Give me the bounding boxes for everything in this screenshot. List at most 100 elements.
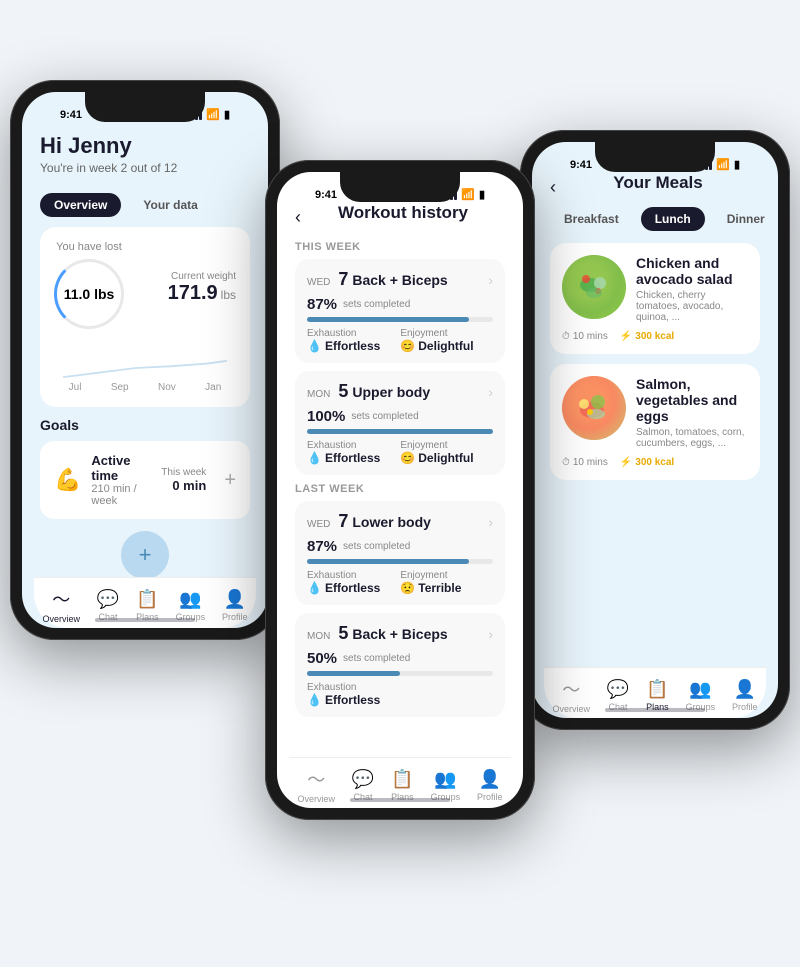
workout-header-3: WED 7 Lower body ›	[307, 511, 493, 532]
center-nav-groups[interactable]: 👥 Groups	[431, 769, 461, 802]
center-nav-chat[interactable]: 💬 Chat	[352, 769, 374, 802]
right-nav-profile-label: Profile	[732, 702, 758, 712]
center-nav-plans[interactable]: 📋 Plans	[391, 769, 414, 802]
right-nav-chat[interactable]: 💬 Chat	[607, 679, 629, 712]
greeting-section: Hi Jenny You're in week 2 out of 12	[40, 123, 250, 183]
energy-icon-2: ⚡	[620, 457, 632, 468]
enjoyment-2: Enjoyment 😊 Delightful	[400, 440, 473, 465]
workout-item-3[interactable]: WED 7 Lower body › 87% sets completed Ex…	[295, 501, 505, 605]
this-week-label: THIS WEEK	[295, 241, 505, 253]
workout-day-1: WED	[307, 277, 330, 288]
workout-item-2[interactable]: MON 5 Upper body › 100% sets completed E…	[295, 371, 505, 475]
nav-profile-label: Profile	[222, 612, 248, 622]
workout-item-4[interactable]: MON 5 Back + Biceps › 50% sets completed…	[295, 613, 505, 717]
center-home-indicator	[350, 798, 450, 802]
wifi-icon: 📶	[206, 108, 220, 121]
workout-name-1: Back + Biceps	[348, 272, 488, 288]
right-wifi-icon: 📶	[716, 158, 730, 171]
progress-pct-2: 100%	[307, 408, 345, 425]
goals-title: Goals	[40, 417, 250, 433]
center-groups-icon: 👥	[434, 769, 456, 790]
workout-date-num-3: 7	[338, 511, 348, 532]
meal-time-2: ⏱ 10 mins	[562, 457, 608, 468]
nav-profile[interactable]: 👤 Profile	[222, 589, 248, 622]
meal-time-1: ⏱ 10 mins	[562, 331, 608, 342]
meal-name-1: Chicken and avocado salad	[636, 255, 748, 287]
exhaustion-val-3: 💧 Effortless	[307, 581, 380, 595]
meal-details-2: Salmon, vegetables and eggs Salmon, toma…	[636, 376, 748, 449]
workout-day-2: MON	[307, 389, 330, 400]
center-nav-profile[interactable]: 👤 Profile	[477, 769, 503, 802]
right-chat-icon: 💬	[607, 679, 629, 700]
center-plans-icon: 📋	[391, 769, 413, 790]
right-notch	[595, 142, 715, 172]
progress-bar-bg-4	[307, 671, 493, 676]
center-status-time: 9:41	[315, 189, 337, 201]
workout-date-num-4: 5	[338, 623, 348, 644]
meal-card-2[interactable]: Salmon, vegetables and eggs Salmon, toma…	[550, 364, 760, 480]
center-nav-overview-label: Overview	[297, 794, 335, 804]
goal-this-week-value: 0 min	[161, 478, 206, 493]
progress-label-4: sets completed	[343, 653, 410, 664]
nav-groups[interactable]: 👥 Groups	[176, 589, 206, 622]
center-profile-icon: 👤	[479, 769, 501, 790]
fab-button[interactable]: +	[121, 531, 169, 579]
nav-plans[interactable]: 📋 Plans	[136, 589, 159, 622]
right-phone-screen: 9:41 📶 ▮ ‹ Your Meals	[532, 142, 778, 718]
groups-icon: 👥	[179, 589, 201, 610]
right-nav-profile[interactable]: 👤 Profile	[732, 679, 758, 712]
exhaustion-val-4: 💧 Effortless	[307, 693, 380, 707]
center-nav-overview[interactable]: 〜 Overview	[297, 766, 335, 804]
tab-dinner[interactable]: Dinner	[713, 207, 778, 231]
progress-bar-bg-3	[307, 559, 493, 564]
chart-label-sep: Sep	[111, 382, 129, 393]
progress-bar-fill-4	[307, 671, 400, 676]
exhaustion-label-1: Exhaustion	[307, 328, 380, 339]
right-nav-overview-label: Overview	[552, 704, 590, 714]
workout-header-1: WED 7 Back + Biceps ›	[307, 269, 493, 290]
center-nav-profile-label: Profile	[477, 792, 503, 802]
stats-row2-4: Exhaustion 💧 Effortless	[307, 682, 493, 707]
exhaustion-emoji-1: 💧	[307, 339, 322, 353]
center-notch	[340, 172, 460, 202]
progress-pct-3: 87%	[307, 538, 337, 555]
meal-name-2: Salmon, vegetables and eggs	[636, 376, 748, 424]
right-groups-icon: 👥	[689, 679, 711, 700]
profile-icon: 👤	[224, 589, 246, 610]
right-nav-overview[interactable]: 〜 Overview	[552, 676, 590, 714]
meal-meta-1: ⏱ 10 mins ⚡ 300 kcal	[562, 331, 748, 342]
weight-chart: Jul Sep Nov Jan	[54, 343, 236, 393]
progress-bar-fill-3	[307, 559, 469, 564]
goal-card: 💪 Active time 210 min / week This week 0…	[40, 441, 250, 519]
goal-add-button[interactable]: +	[224, 469, 236, 492]
right-nav-groups[interactable]: 👥 Groups	[686, 679, 716, 712]
tab-breakfast[interactable]: Breakfast	[550, 207, 633, 231]
enjoyment-val-1: 😊 Delightful	[400, 339, 473, 353]
center-phone: 9:41 📶 ▮ ‹ Workout history T	[265, 160, 535, 820]
chart-label-jul: Jul	[69, 382, 82, 393]
overview-icon: 〜	[52, 586, 70, 612]
greeting-name: Hi Jenny	[40, 133, 250, 159]
enjoyment-emoji-1: 😊	[400, 339, 415, 353]
enjoyment-label-2: Enjoyment	[400, 440, 473, 451]
home-indicator	[95, 618, 195, 622]
nav-overview[interactable]: 〜 Overview	[42, 586, 80, 624]
enjoyment-emoji-2: 😊	[400, 451, 415, 465]
nav-chat[interactable]: 💬 Chat	[97, 589, 119, 622]
tab-your-data[interactable]: Your data	[129, 193, 211, 217]
meal-card-1[interactable]: Chicken and avocado salad Chicken, cherr…	[550, 243, 760, 354]
workout-chevron-2: ›	[488, 384, 493, 400]
tab-lunch[interactable]: Lunch	[641, 207, 705, 231]
right-nav-plans[interactable]: 📋 Plans	[646, 679, 669, 712]
meal-image-salad	[562, 255, 626, 319]
meal-kcal-1: ⚡ 300 kcal	[620, 331, 674, 342]
exhaustion-emoji-4: 💧	[307, 693, 322, 707]
tab-overview[interactable]: Overview	[40, 193, 121, 217]
stats-row2-2: Exhaustion 💧 Effortless Enjoyment 😊 Deli…	[307, 440, 493, 465]
enjoyment-val-3: 😟 Terrible	[400, 581, 461, 595]
center-wifi-icon: 📶	[461, 188, 475, 201]
workout-item-1[interactable]: WED 7 Back + Biceps › 87% sets completed…	[295, 259, 505, 363]
progress-label-1: sets completed	[343, 299, 410, 310]
meals-title: Your Meals	[556, 173, 760, 193]
current-weight-value: 171.9	[168, 282, 218, 305]
